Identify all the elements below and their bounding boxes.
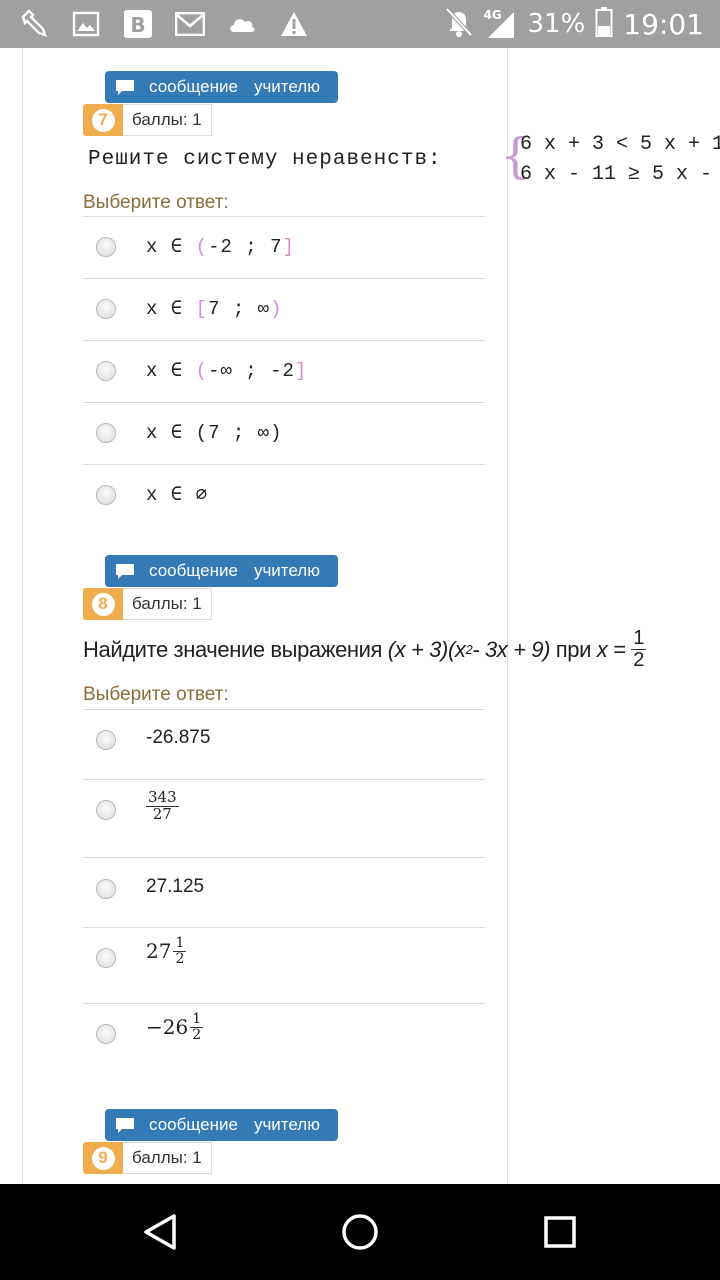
battery-percent: 31% [527,9,586,39]
quiz-content[interactable]: сообщение учителю 7 баллы: 1 Решите сист… [0,48,720,1184]
radio-button[interactable] [96,423,116,443]
fraction: 12 [173,935,187,967]
answer-option[interactable]: 343 27 [83,779,485,857]
fraction: 343 27 [146,788,179,823]
mute-icon [444,6,474,42]
radio-button[interactable] [96,948,116,968]
back-icon[interactable] [140,1212,180,1252]
radio-button[interactable] [96,879,116,899]
radio-button[interactable] [96,237,116,257]
question-badge: 9 баллы: 1 [83,1142,212,1174]
divider-left [22,48,23,1184]
question-badge: 8 баллы: 1 [83,588,212,620]
radio-button[interactable] [96,730,116,750]
divider-right [507,48,508,1184]
message-icon [116,79,134,95]
radio-button[interactable] [96,299,116,319]
answer-option[interactable]: -26.875 [83,709,485,779]
question-points: баллы: 1 [123,588,212,620]
choose-answer-label: Выберите ответ: [83,684,229,705]
status-bar: В 4G 31% 19:01 [0,0,720,48]
choose-answer-label: Выберите ответ: [83,192,229,213]
clock: 19:01 [623,7,704,41]
message-icon [116,563,134,579]
cloud-icon [226,8,258,40]
radio-button[interactable] [96,485,116,505]
message-teacher-button[interactable]: сообщение учителю [105,1109,338,1141]
answer-option[interactable]: 27.125 [83,857,485,927]
message-teacher-button[interactable]: сообщение учителю [105,555,338,587]
question-number: 8 [91,592,115,616]
system-line-2: 6 x - 11 ≥ 5 x - 4 [520,163,720,186]
message-icon [116,1117,134,1133]
gmail-icon [174,8,206,40]
question-points: баллы: 1 [123,104,212,136]
question-badge: 7 баллы: 1 [83,104,212,136]
answer-option[interactable]: x ∈ (7 ; ∞) [83,402,485,464]
answer-option[interactable]: x ∈ [7 ; ∞) [83,278,485,340]
battery-icon [595,6,613,42]
answer-option[interactable]: x ∈ (-2 ; 7] [83,216,485,278]
question-prompt: Решите систему неравенств: [88,148,442,171]
question-points: баллы: 1 [123,1142,212,1174]
vk-icon: В [122,8,154,40]
radio-button[interactable] [96,800,116,820]
signal-icon: 4G [484,8,518,40]
fraction: 12 [190,1011,204,1043]
radio-button[interactable] [96,361,116,381]
answer-option[interactable]: x ∈ (-∞ ; -2] [83,340,485,402]
warning-icon [278,8,310,40]
message-teacher-button[interactable]: сообщение учителю [105,71,338,103]
radio-button[interactable] [96,1024,116,1044]
fraction: 12 [631,627,646,671]
system-line-1: 6 x + 3 < 5 x + 1 [520,133,720,156]
answer-option[interactable]: 27 1 2 [83,927,485,1003]
recents-icon[interactable] [540,1212,580,1252]
image-icon [70,8,102,40]
home-icon[interactable] [340,1212,380,1252]
answer-option[interactable]: x ∈ ∅ [83,464,485,526]
answer-option[interactable]: −26 1 2 [83,1003,485,1083]
svg-text:В: В [130,13,145,37]
navigation-bar [0,1184,720,1280]
question-number: 7 [91,108,115,132]
question-number: 9 [91,1146,115,1170]
question-prompt: Найдите значение выражения (x + 3)(x 2 - … [83,627,646,671]
tools-icon [18,8,50,40]
